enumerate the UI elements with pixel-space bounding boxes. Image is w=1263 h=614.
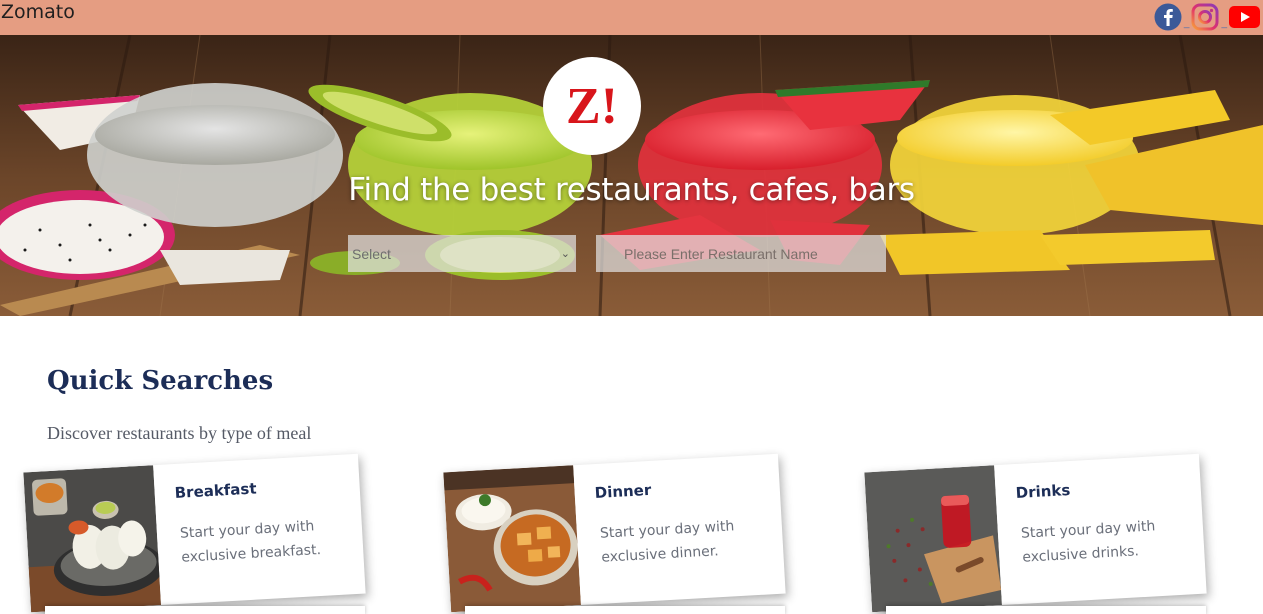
card-description: Start your day with exclusive breakfast. bbox=[179, 518, 322, 566]
meal-card-dinner[interactable]: Dinner Start your day with exclusive din… bbox=[443, 453, 786, 613]
section-subtitle: Discover restaurants by type of meal bbox=[47, 423, 312, 443]
card-description: Start your day with exclusive drinks. bbox=[1020, 518, 1156, 566]
drinks-image bbox=[864, 465, 1002, 613]
card-title: Breakfast bbox=[174, 479, 257, 503]
separator: _ bbox=[1221, 17, 1227, 29]
location-select[interactable]: Select ⌄ bbox=[348, 235, 576, 272]
hero-tagline: Find the best restaurants, cafes, bars bbox=[348, 172, 915, 208]
card-title: Drinks bbox=[1015, 481, 1071, 503]
hero-banner: Z! Find the best restaurants, cafes, bar… bbox=[0, 35, 1263, 316]
instagram-icon[interactable] bbox=[1191, 3, 1219, 31]
card-title: Dinner bbox=[594, 480, 652, 503]
chevron-down-icon: ⌄ bbox=[560, 248, 570, 260]
restaurant-search-input[interactable] bbox=[596, 235, 886, 272]
meal-card-partial[interactable] bbox=[886, 606, 1206, 614]
card-description: Start your day with exclusive dinner. bbox=[599, 518, 735, 566]
facebook-icon[interactable] bbox=[1154, 3, 1182, 31]
social-links: _ _ bbox=[1154, 3, 1260, 31]
meal-card-partial[interactable] bbox=[45, 606, 365, 614]
dinner-image bbox=[443, 465, 581, 613]
brand-name[interactable]: Zomato bbox=[1, 1, 75, 23]
location-select-value: Select bbox=[352, 245, 391, 262]
breakfast-image bbox=[23, 465, 161, 613]
meal-card-drinks[interactable]: Drinks Start your day with exclusive dri… bbox=[864, 453, 1207, 613]
separator: _ bbox=[1183, 17, 1190, 29]
youtube-icon[interactable] bbox=[1229, 6, 1260, 28]
zomato-logo[interactable]: Z! bbox=[543, 57, 641, 155]
top-bar: Zomato _ _ bbox=[0, 0, 1263, 35]
meal-card-breakfast[interactable]: Breakfast Start your day with exclusive … bbox=[23, 453, 366, 613]
meal-card-partial[interactable] bbox=[465, 606, 785, 614]
section-title: Quick Searches bbox=[47, 366, 274, 396]
